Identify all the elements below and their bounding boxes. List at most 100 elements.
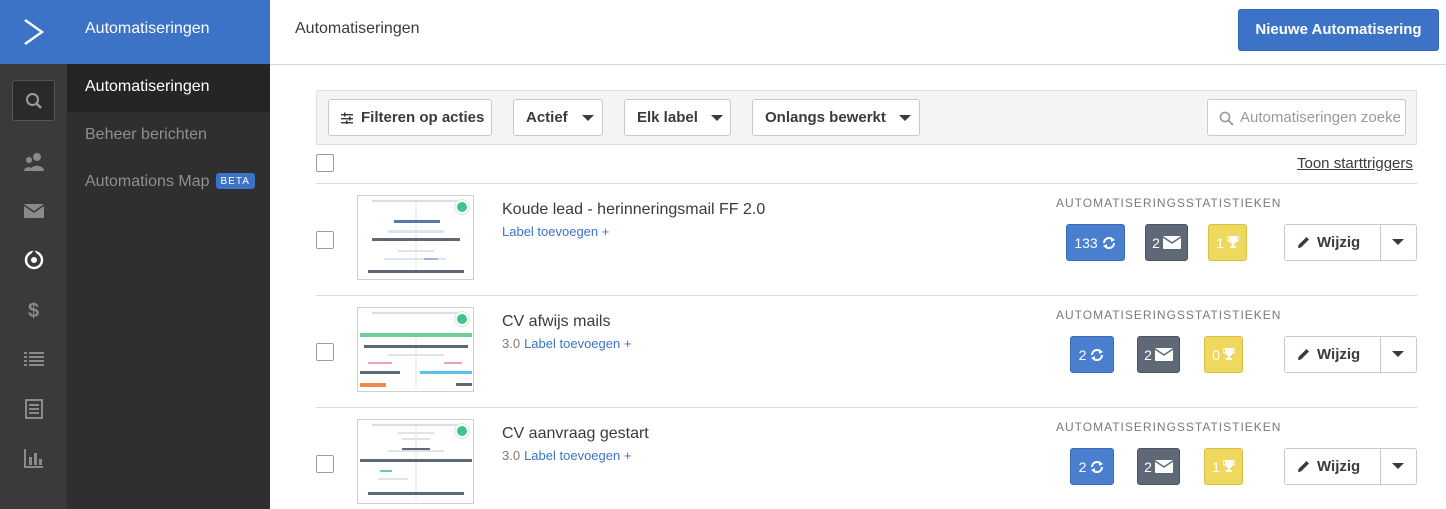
new-automation-button[interactable]: Nieuwe Automatisering xyxy=(1238,9,1439,51)
row-checkbox[interactable] xyxy=(316,455,334,473)
nav-campaigns[interactable] xyxy=(0,196,67,226)
emails-stat-badge[interactable]: 2 xyxy=(1137,336,1180,373)
nav-reports[interactable] xyxy=(0,443,67,473)
submenu-item-automations-map[interactable]: Automations Map BETA xyxy=(67,159,270,207)
add-label-link[interactable]: Label toevoegen + xyxy=(524,336,631,351)
chevron-down-icon xyxy=(711,115,723,121)
submenu-item-automations[interactable]: Automatiseringen xyxy=(67,64,270,112)
automation-version: 3.0 xyxy=(502,336,521,351)
filter-actions-button[interactable]: Filteren op acties xyxy=(328,99,492,136)
automation-search[interactable] xyxy=(1207,99,1406,136)
active-status-indicator xyxy=(455,312,469,326)
chevron-down-icon xyxy=(899,115,911,121)
search-input[interactable] xyxy=(1240,100,1400,135)
divider xyxy=(1380,225,1381,260)
automation-row[interactable]: CV aanvraag gestart 3.0 Label toevoegen +… xyxy=(316,408,1417,509)
trophy-icon xyxy=(1222,348,1235,360)
active-status-indicator xyxy=(455,200,469,214)
workflow-thumbnail[interactable] xyxy=(357,307,474,392)
emails-stat-badge[interactable]: 2 xyxy=(1145,224,1188,261)
nav-contacts[interactable] xyxy=(0,147,67,177)
nav-forms[interactable] xyxy=(0,394,67,424)
envelope-icon xyxy=(23,204,44,218)
label-select[interactable]: Elk label xyxy=(624,99,731,136)
submenu-item-label: Automations Map xyxy=(85,173,210,190)
global-search-button[interactable] xyxy=(12,80,55,121)
edit-label: Wijzig xyxy=(1317,458,1361,475)
add-label-link[interactable]: Label toevoegen + xyxy=(502,224,609,239)
envelope-icon xyxy=(1162,236,1181,249)
app: $ Automatiseringen Automatiseringen Behe… xyxy=(0,0,1446,509)
edit-button-group: Wijzig xyxy=(1284,448,1417,485)
contacts-stat-badge[interactable]: 2 xyxy=(1070,448,1114,485)
nav-lists[interactable] xyxy=(0,344,67,374)
refresh-icon xyxy=(1091,460,1104,473)
app-logo[interactable] xyxy=(0,0,67,64)
status-select[interactable]: Actief xyxy=(513,99,603,136)
goals-count: 1 xyxy=(1216,234,1224,251)
contacts-count: 2 xyxy=(1078,458,1087,475)
automation-name[interactable]: Koude lead - herinneringsmail FF 2.0 xyxy=(502,201,765,219)
contacts-stat-badge[interactable]: 2 xyxy=(1070,336,1114,373)
pencil-icon xyxy=(1298,461,1309,472)
emails-count: 2 xyxy=(1144,458,1152,475)
contacts-icon xyxy=(23,153,44,171)
submenu-item-manage-messages[interactable]: Beheer berichten xyxy=(67,112,270,160)
filter-actions-label: Filteren op acties xyxy=(361,109,485,126)
contacts-count: 133 xyxy=(1074,234,1098,251)
automation-meta: 3.0 Label toevoegen + xyxy=(502,448,631,463)
show-triggers-link[interactable]: Toon starttriggers xyxy=(1297,155,1413,172)
submenu-item-label: Automatiseringen xyxy=(85,78,210,95)
edit-button-group: Wijzig xyxy=(1284,224,1417,261)
sort-select-value: Onlangs bewerkt xyxy=(765,109,886,126)
submenu-item-label: Beheer berichten xyxy=(85,126,207,143)
automation-version: 3.0 xyxy=(502,448,521,463)
beta-badge: BETA xyxy=(215,173,255,189)
nav-automations[interactable] xyxy=(0,245,67,275)
forms-icon xyxy=(24,399,43,419)
label-select-value: Elk label xyxy=(637,109,698,126)
workflow-thumbnail[interactable] xyxy=(357,419,474,504)
icon-rail: $ xyxy=(0,0,67,509)
goals-count: 0 xyxy=(1212,346,1220,363)
refresh-icon xyxy=(1102,236,1115,249)
edit-button[interactable]: Wijzig xyxy=(1297,225,1360,260)
edit-label: Wijzig xyxy=(1317,346,1361,363)
contacts-count: 2 xyxy=(1078,346,1087,363)
submenu-header: Automatiseringen xyxy=(67,0,270,64)
nav-deals[interactable]: $ xyxy=(0,295,67,325)
edit-button-group: Wijzig xyxy=(1284,336,1417,373)
edit-button[interactable]: Wijzig xyxy=(1297,337,1360,372)
row-checkbox[interactable] xyxy=(316,343,334,361)
workflow-thumbnail[interactable] xyxy=(357,195,474,280)
automation-meta: 3.0 Label toevoegen + xyxy=(502,336,631,351)
automation-name[interactable]: CV afwijs mails xyxy=(502,313,610,331)
select-all-checkbox[interactable] xyxy=(316,154,334,172)
sort-select[interactable]: Onlangs bewerkt xyxy=(752,99,920,136)
automations-icon xyxy=(24,250,43,270)
emails-count: 2 xyxy=(1144,346,1152,363)
row-checkbox[interactable] xyxy=(316,231,334,249)
automation-row[interactable]: CV afwijs mails 3.0 Label toevoegen + AUT… xyxy=(316,296,1417,408)
automation-row[interactable]: Koude lead - herinneringsmail FF 2.0 Lab… xyxy=(316,184,1417,296)
edit-button[interactable]: Wijzig xyxy=(1297,449,1360,484)
envelope-icon xyxy=(1154,348,1173,361)
reports-icon xyxy=(23,449,43,468)
edit-dropdown-toggle[interactable] xyxy=(1392,351,1404,357)
chevron-right-logo-icon xyxy=(23,19,44,45)
emails-count: 2 xyxy=(1152,234,1160,251)
active-status-indicator xyxy=(455,424,469,438)
goals-stat-badge[interactable]: 0 xyxy=(1204,336,1243,373)
dollar-icon: $ xyxy=(28,300,39,321)
search-icon xyxy=(1219,111,1234,126)
contacts-stat-badge[interactable]: 133 xyxy=(1066,224,1125,261)
automation-name[interactable]: CV aanvraag gestart xyxy=(502,425,649,443)
emails-stat-badge[interactable]: 2 xyxy=(1137,448,1180,485)
goals-stat-badge[interactable]: 1 xyxy=(1208,224,1247,261)
edit-dropdown-toggle[interactable] xyxy=(1392,239,1404,245)
edit-dropdown-toggle[interactable] xyxy=(1392,463,1404,469)
edit-label: Wijzig xyxy=(1317,234,1361,251)
add-label-link[interactable]: Label toevoegen + xyxy=(524,448,631,463)
stats-title: AUTOMATISERINGSSTATISTIEKEN xyxy=(1056,196,1282,210)
goals-stat-badge[interactable]: 1 xyxy=(1204,448,1243,485)
